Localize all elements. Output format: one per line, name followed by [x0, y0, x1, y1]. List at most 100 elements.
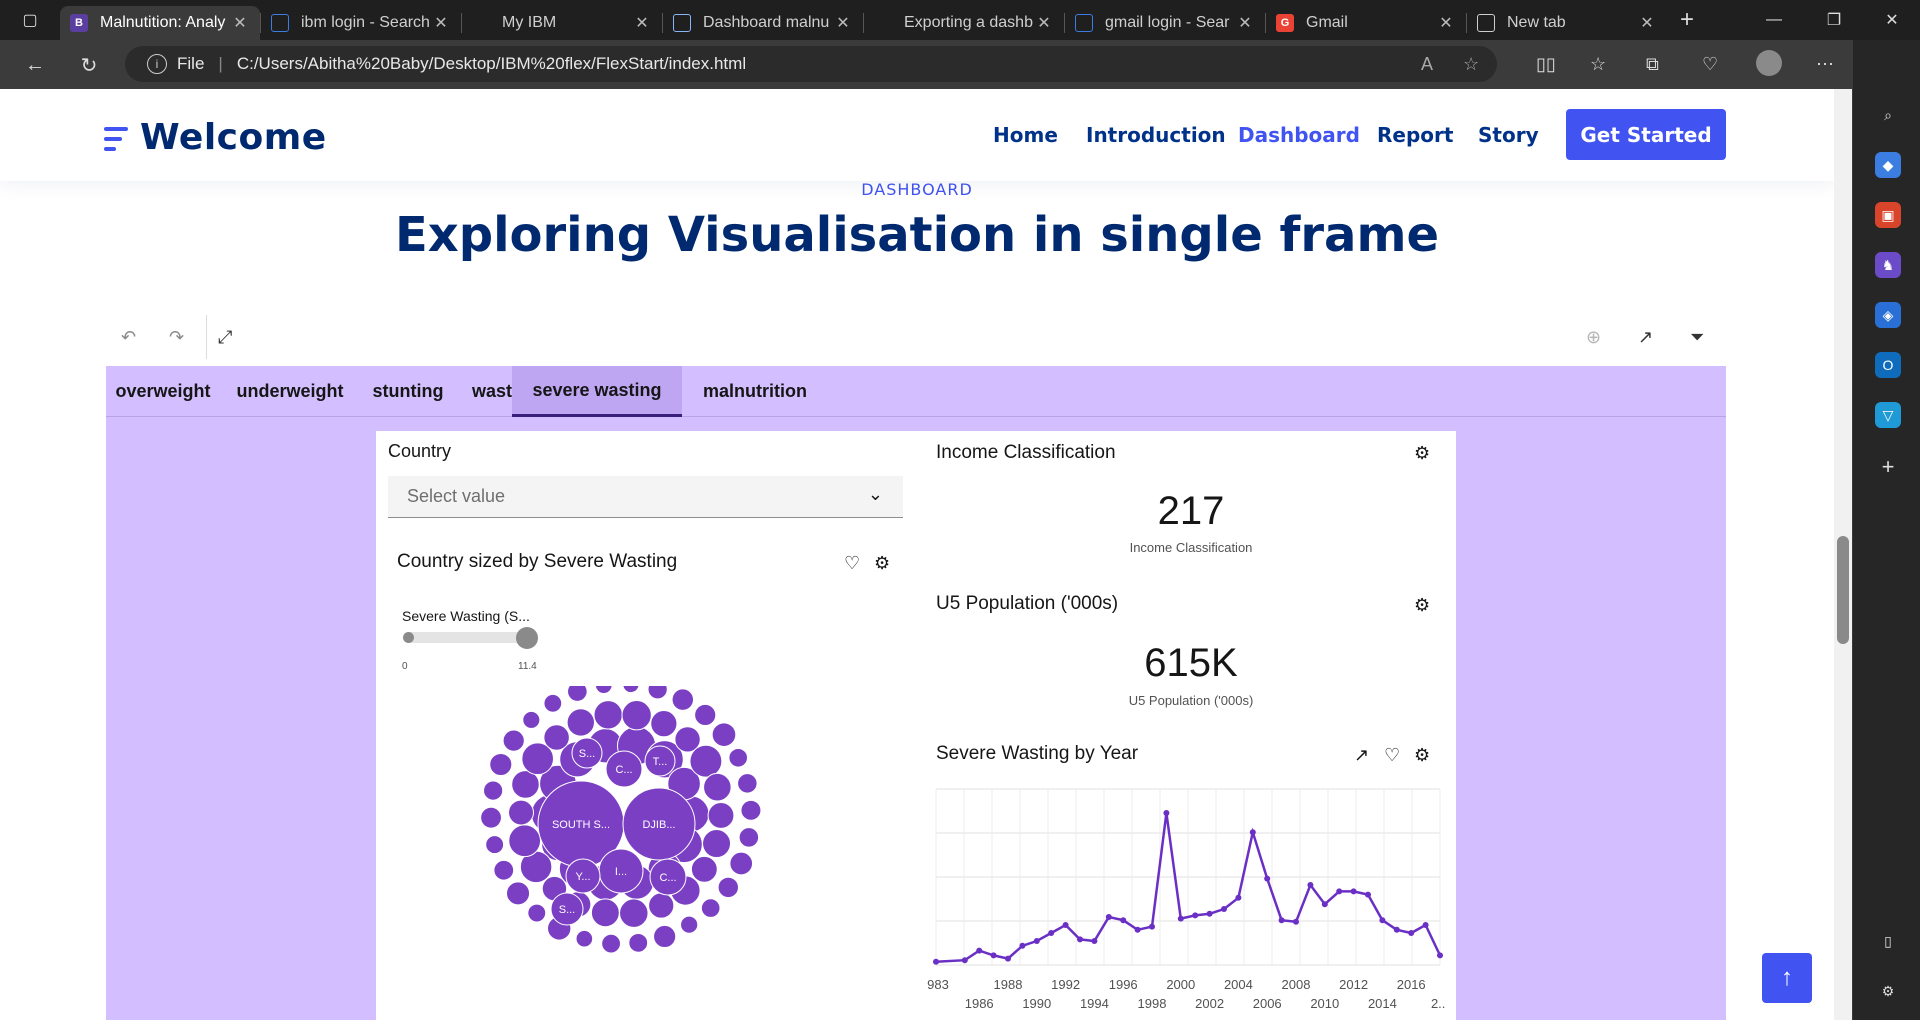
- dashboard-tab-stunting[interactable]: stunting: [360, 366, 456, 417]
- bubble[interactable]: [717, 876, 739, 899]
- close-tab-icon[interactable]: ✕: [1034, 13, 1054, 33]
- games-icon[interactable]: ♞: [1875, 252, 1901, 278]
- bubble[interactable]: [493, 859, 515, 881]
- add-sidebar-app-icon[interactable]: +: [1875, 454, 1901, 480]
- bubble[interactable]: [543, 724, 570, 751]
- data-point[interactable]: [1062, 922, 1069, 928]
- browser-tab[interactable]: ibm login - Search ✕: [261, 6, 461, 40]
- bubble[interactable]: [575, 929, 594, 948]
- nav-link-dashboard[interactable]: Dashboard: [1238, 123, 1360, 147]
- bubble[interactable]: [740, 799, 762, 821]
- bubble[interactable]: [622, 686, 640, 694]
- bubble[interactable]: [738, 827, 760, 848]
- data-point[interactable]: [1336, 888, 1343, 895]
- redo-icon[interactable]: ↷: [169, 327, 184, 348]
- nav-link-story[interactable]: Story: [1478, 123, 1539, 147]
- dashboard-tab-severe-wasting[interactable]: severe wasting: [512, 366, 682, 417]
- browser-tab[interactable]: My IBM ✕: [462, 6, 662, 40]
- favorites-icon[interactable]: ☆: [1590, 54, 1606, 75]
- data-point[interactable]: [1264, 875, 1271, 882]
- bubble[interactable]: [671, 688, 695, 711]
- data-point[interactable]: [1350, 888, 1357, 895]
- sidebar-settings-icon[interactable]: ⚙: [1875, 978, 1901, 1004]
- copilot-sidebar-icon[interactable]: ◈: [1875, 302, 1901, 328]
- bubble[interactable]: [480, 806, 502, 829]
- search-icon[interactable]: ⌕: [1875, 102, 1901, 128]
- data-point[interactable]: [1005, 955, 1011, 962]
- browser-tab[interactable]: B Malnutition: Analy ✕: [60, 6, 260, 40]
- bubble[interactable]: [527, 903, 547, 923]
- favorite-star-icon[interactable]: ☆: [1463, 54, 1479, 75]
- range-slider-track[interactable]: [406, 632, 531, 643]
- minimize-icon[interactable]: —: [1746, 0, 1802, 40]
- browser-essentials-icon[interactable]: ♡: [1702, 54, 1718, 75]
- bubble[interactable]: [653, 924, 677, 949]
- data-point[interactable]: [1105, 914, 1112, 920]
- bubble[interactable]: [601, 933, 621, 954]
- data-point[interactable]: [1192, 912, 1199, 919]
- new-tab-button[interactable]: +: [1667, 0, 1707, 40]
- insights-bulb-icon[interactable]: ♡: [844, 553, 860, 574]
- nav-link-home[interactable]: Home: [993, 123, 1058, 147]
- site-logo[interactable]: Welcome: [104, 117, 327, 158]
- data-point[interactable]: [1408, 930, 1415, 936]
- dashboard-tab-underweight[interactable]: underweight: [220, 366, 360, 417]
- close-tab-icon[interactable]: ✕: [431, 13, 451, 33]
- refresh-icon[interactable]: ↻: [72, 48, 106, 82]
- data-point[interactable]: [1163, 810, 1170, 816]
- bubble[interactable]: [650, 710, 678, 738]
- data-point[interactable]: [1437, 952, 1443, 959]
- dashboard-tab-malnutrition[interactable]: malnutrition: [693, 366, 817, 417]
- close-tab-icon[interactable]: ✕: [230, 13, 250, 33]
- bubble[interactable]: [505, 881, 531, 906]
- bubble[interactable]: [694, 703, 717, 727]
- bubble[interactable]: [689, 744, 723, 778]
- browser-tab[interactable]: Dashboard malnu ✕: [663, 6, 863, 40]
- bubble[interactable]: [502, 729, 525, 752]
- range-slider-min-handle[interactable]: [403, 632, 414, 643]
- data-point[interactable]: [933, 958, 939, 965]
- data-point[interactable]: [1307, 882, 1314, 888]
- profile-avatar[interactable]: [1756, 50, 1782, 76]
- browser-tab[interactable]: gmail login - Sear ✕: [1065, 6, 1265, 40]
- bubble[interactable]: [707, 802, 735, 829]
- data-point[interactable]: [1393, 926, 1400, 933]
- bubble[interactable]: [711, 722, 737, 747]
- more-options-icon[interactable]: ⋯: [1816, 54, 1834, 75]
- data-point[interactable]: [1379, 917, 1386, 924]
- data-point[interactable]: [961, 957, 968, 964]
- read-aloud-icon[interactable]: A: [1421, 54, 1433, 75]
- chart-type-icon[interactable]: ↗: [1354, 745, 1369, 766]
- get-started-button[interactable]: Get Started: [1566, 109, 1726, 160]
- back-to-top-button[interactable]: ↑: [1762, 953, 1812, 1003]
- filter-icon[interactable]: ⏷: [1690, 327, 1704, 348]
- dashboard-tab-overweight[interactable]: overweight: [106, 366, 220, 417]
- close-tab-icon[interactable]: ✕: [1436, 13, 1456, 33]
- data-point[interactable]: [1422, 922, 1429, 928]
- data-point[interactable]: [1091, 938, 1098, 944]
- data-point[interactable]: [1019, 942, 1026, 949]
- settings-icon[interactable]: ⚙: [874, 553, 890, 574]
- collections-icon[interactable]: ⧉: [1646, 54, 1659, 75]
- outlook-icon[interactable]: O: [1875, 352, 1901, 378]
- bubble[interactable]: [566, 708, 595, 737]
- bubble[interactable]: [628, 932, 649, 953]
- bubble[interactable]: [489, 752, 513, 777]
- bubble[interactable]: [543, 693, 563, 713]
- data-point[interactable]: [1293, 918, 1299, 925]
- data-point[interactable]: [1048, 930, 1055, 936]
- bubble[interactable]: [648, 892, 675, 919]
- browser-tab[interactable]: Exporting a dashb ✕: [864, 6, 1064, 40]
- line-chart[interactable]: 983 1988 1992 1996 2000 2004 2008 2012 2016 1986 1…: [926, 781, 1446, 1020]
- bubble[interactable]: [737, 773, 758, 794]
- data-point[interactable]: [1206, 910, 1213, 917]
- bubble[interactable]: [702, 829, 732, 859]
- shopping-icon[interactable]: ◆: [1875, 152, 1901, 178]
- close-window-icon[interactable]: ✕: [1864, 0, 1920, 40]
- browser-tab[interactable]: G Gmail ✕: [1266, 6, 1466, 40]
- nav-link-report[interactable]: Report: [1377, 123, 1453, 147]
- data-point[interactable]: [1278, 917, 1285, 924]
- bubble[interactable]: [680, 915, 699, 934]
- bubble[interactable]: [593, 700, 623, 730]
- page-scrollbar-thumb[interactable]: [1837, 536, 1849, 644]
